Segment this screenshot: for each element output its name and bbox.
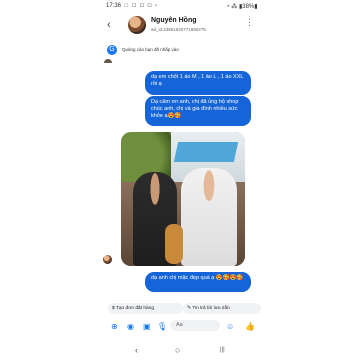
chat-header: ‹ Nguyên Hồng ad_id:238515407719902​75 ⋮ — [0, 12, 360, 40]
ad-banner[interactable]: G Quảng cáo bạn đã nhấp vào — [104, 43, 254, 57]
sender-avatar — [103, 255, 112, 264]
photo-guitar — [165, 224, 183, 264]
nav-home-icon[interactable]: ○ — [175, 345, 180, 355]
status-bar: 17:36 ☐ ⚀ ⚀ ⚀ • ◔ ⁂ ▮38%▮ — [0, 0, 360, 12]
saved-replies-label: Tin trả lời lưu sẵn — [192, 306, 230, 311]
shared-photo[interactable] — [121, 132, 245, 266]
contact-ad-id: ad_id:238515407719902​75 — [151, 27, 206, 32]
like-icon[interactable]: 👍 — [245, 322, 255, 331]
back-icon[interactable]: ‹ — [107, 19, 111, 31]
partial-image — [104, 59, 112, 63]
camera-icon[interactable]: ◉ — [127, 322, 134, 331]
nav-recent-icon[interactable]: ||| — [220, 347, 225, 353]
message-bubble[interactable]: dạ anh chị mặc đẹp quá ạ 😍🥰😍🥰 — [145, 272, 251, 292]
mic-icon[interactable]: 🎙 — [157, 322, 167, 331]
avatar[interactable] — [128, 16, 146, 34]
saved-replies-chip[interactable]: ✎ Tin trả lời lưu sẵn — [183, 303, 261, 314]
system-nav: ‹ ○ ||| — [0, 342, 360, 360]
photo-person-right — [181, 168, 237, 266]
message-input[interactable]: Aa — [170, 320, 220, 331]
ad-banner-text: Quảng cáo bạn đã nhấp vào — [122, 47, 179, 52]
composer: ⊕ ◉ ▣ 🎙 Aa ☺ 👍 — [0, 318, 360, 336]
gallery-icon[interactable]: ▣ — [143, 322, 151, 331]
message-bubble[interactable]: Dạ cảm ơn anh, chị đã ủng hộ shop chúc a… — [145, 96, 251, 126]
status-icons: ☐ ⚀ ⚀ ⚀ • — [124, 3, 158, 9]
add-icon[interactable]: ⊕ — [111, 322, 118, 331]
emoji-icon[interactable]: ☺ — [226, 322, 234, 331]
dollar-icon: $ — [112, 306, 115, 311]
contact-name[interactable]: Nguyên Hồng — [151, 17, 197, 24]
ad-icon: G — [107, 45, 117, 55]
edit-icon: ✎ — [187, 306, 192, 311]
photo-awning — [173, 142, 239, 162]
create-order-label: Tạo đơn đặt hàng — [115, 306, 155, 311]
create-order-chip[interactable]: $ Tạo đơn đặt hàng — [108, 303, 183, 314]
status-battery: ◔ ⁂ ▮38%▮ — [226, 4, 258, 10]
more-options-icon[interactable]: ⋮ — [245, 18, 254, 27]
nav-back-icon[interactable]: ‹ — [135, 345, 138, 355]
status-time: 17:36 — [106, 3, 122, 9]
message-bubble[interactable]: dạ em chốt 1 áo M , 1 áo L , 1 áo XXL rồ… — [145, 71, 251, 95]
